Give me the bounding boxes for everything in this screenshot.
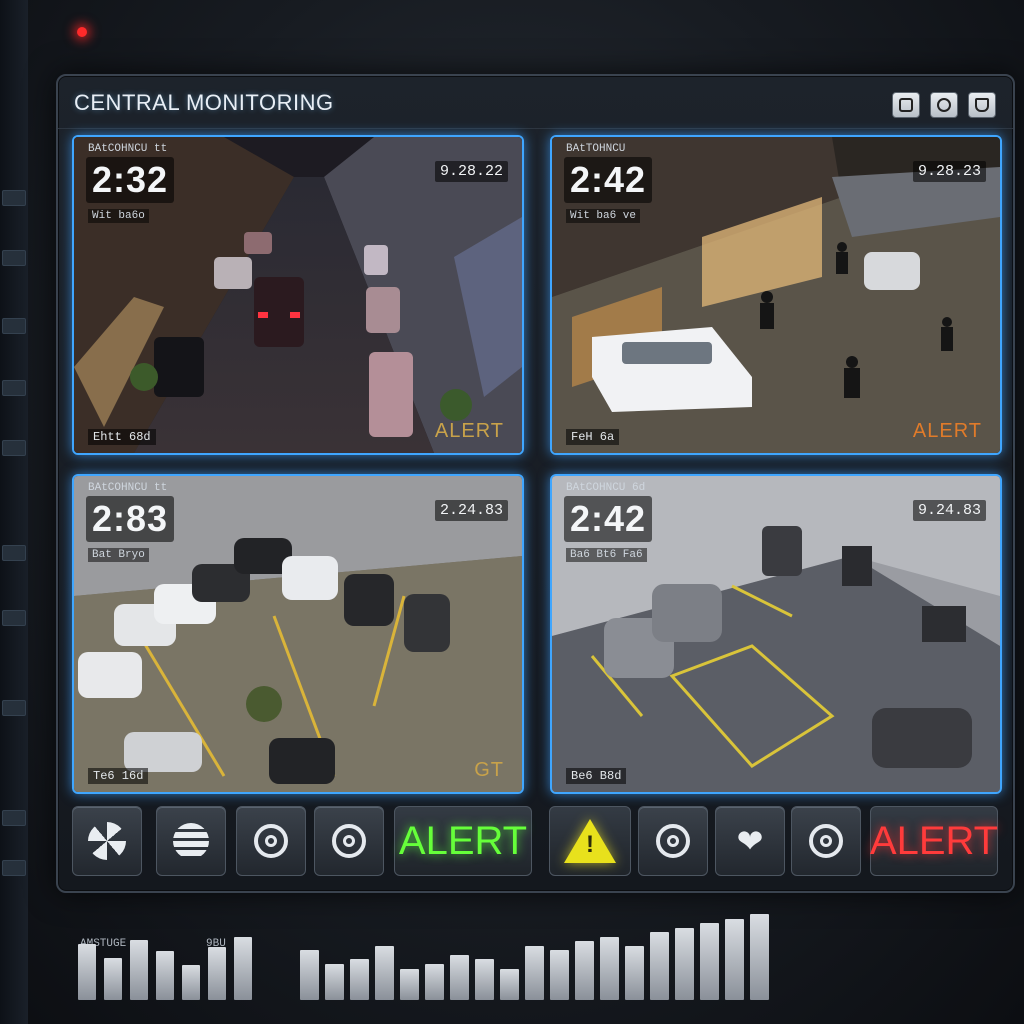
side-tab[interactable] [2,610,26,626]
side-strip [0,0,28,1024]
camera-date: 9.24.83 [912,500,986,521]
square-icon[interactable] [892,92,920,118]
meter-bar [625,946,644,1000]
meter-bar [550,950,569,1000]
meter-bar [750,914,769,1000]
camera-feed-1[interactable]: BAtCOHNCU tt 2:32 Wit ba6o 9.28.22 Ehtt … [72,135,524,455]
camera-sublabel: Ba6 Bt6 Fa6 [566,548,647,562]
camera-date: 9.28.22 [434,161,508,182]
camera-alert: ALERT [434,420,504,442]
meter-bar [575,941,594,1000]
meter-bar [182,965,200,1000]
side-tab[interactable] [2,545,26,561]
camera-button[interactable] [314,806,384,876]
camera-sublabel: Wit ba6o [88,209,149,223]
alert-button-red[interactable]: ALERT [870,806,998,876]
meter-bar [325,964,344,1000]
camera-footer: FeH 6a [566,429,620,445]
camera-feed-3[interactable]: BAtCOHNCU tt 2:83 Bat Bryo 2.24.83 Te6 1… [72,474,524,794]
meter-bar [400,969,419,1000]
camera-time: 2:42 [564,496,653,542]
panel-header: CENTRAL MONITORING [58,76,1013,129]
heart-icon: ❤ [736,823,764,859]
fan-icon [88,822,126,860]
side-tab[interactable] [2,250,26,266]
camera-feed-4[interactable]: BAtCOHNCU 6d 2:42 Ba6 Bt6 Fa6 9.24.83 Be… [550,474,1002,794]
side-tab[interactable] [2,440,26,456]
camera-time: 2:83 [86,496,175,542]
camera-label: BAtTOHNCU [566,143,626,155]
camera-label: BAtCOHNCU 6d [566,482,646,494]
meter-bar [675,928,694,1000]
warning-button[interactable]: ! [549,806,631,876]
meter-bar [300,950,319,1000]
globe-icon [173,823,209,859]
warning-symbol: ! [586,831,594,858]
camera-time: 2:42 [564,157,653,203]
camera-footer: Ehtt 68d [88,429,156,445]
meter-bar [600,937,619,1000]
camera-ring-icon [332,824,366,858]
camera-alert: GT [474,759,504,781]
meter-bar [500,969,519,1000]
meter-bar [525,946,544,1000]
camera-alert: ALERT [912,420,982,442]
meter-bar [475,959,494,1000]
camera-sublabel: Wit ba6 ve [566,209,641,223]
recording-indicator [77,27,87,37]
side-tab[interactable] [2,318,26,334]
side-tab[interactable] [2,860,26,876]
shield-icon[interactable] [968,92,996,118]
camera-label: BAtCOHNCU tt [88,143,168,155]
meter-bar [208,947,226,1000]
camera-label: BAtCOHNCU tt [88,482,168,494]
side-tab[interactable] [2,380,26,396]
meter-bar [156,951,174,1000]
camera-sublabel: Bat Bryo [88,548,149,562]
camera-button[interactable] [791,806,861,876]
meter-bar [130,940,148,1000]
meter-bar [234,937,252,1000]
meter-bar [375,946,394,1000]
heart-button[interactable]: ❤ [715,806,785,876]
camera-ring-icon [809,824,843,858]
camera-ring-icon [656,824,690,858]
circle-icon[interactable] [930,92,958,118]
camera-feed-2[interactable]: BAtTOHNCU 2:42 Wit ba6 ve 9.28.23 FeH 6a… [550,135,1002,455]
side-tab[interactable] [2,700,26,716]
meter-bar [104,958,122,1000]
meter-bar [725,919,744,1000]
side-tab[interactable] [2,190,26,206]
meter-bar [450,955,469,1000]
meter-bar [650,932,669,1000]
camera-ring-icon [254,824,288,858]
camera-date: 2.24.83 [434,500,508,521]
camera-footer: Be6 B8d [566,768,627,784]
camera-button[interactable] [236,806,306,876]
meter-bar [700,923,719,1000]
meter-bar [78,944,96,1000]
camera-button[interactable] [638,806,708,876]
meter-bar [425,964,444,1000]
camera-time: 2:32 [86,157,175,203]
side-tab[interactable] [2,810,26,826]
panel-title: CENTRAL MONITORING [74,90,334,115]
camera-footer: Te6 16d [88,768,149,784]
globe-button[interactable] [156,806,226,876]
fan-button[interactable] [72,806,142,876]
alert-button-green[interactable]: ALERT [394,806,532,876]
meter-bar [350,959,369,1000]
warning-icon: ! [564,819,616,863]
camera-date: 9.28.23 [912,161,986,182]
